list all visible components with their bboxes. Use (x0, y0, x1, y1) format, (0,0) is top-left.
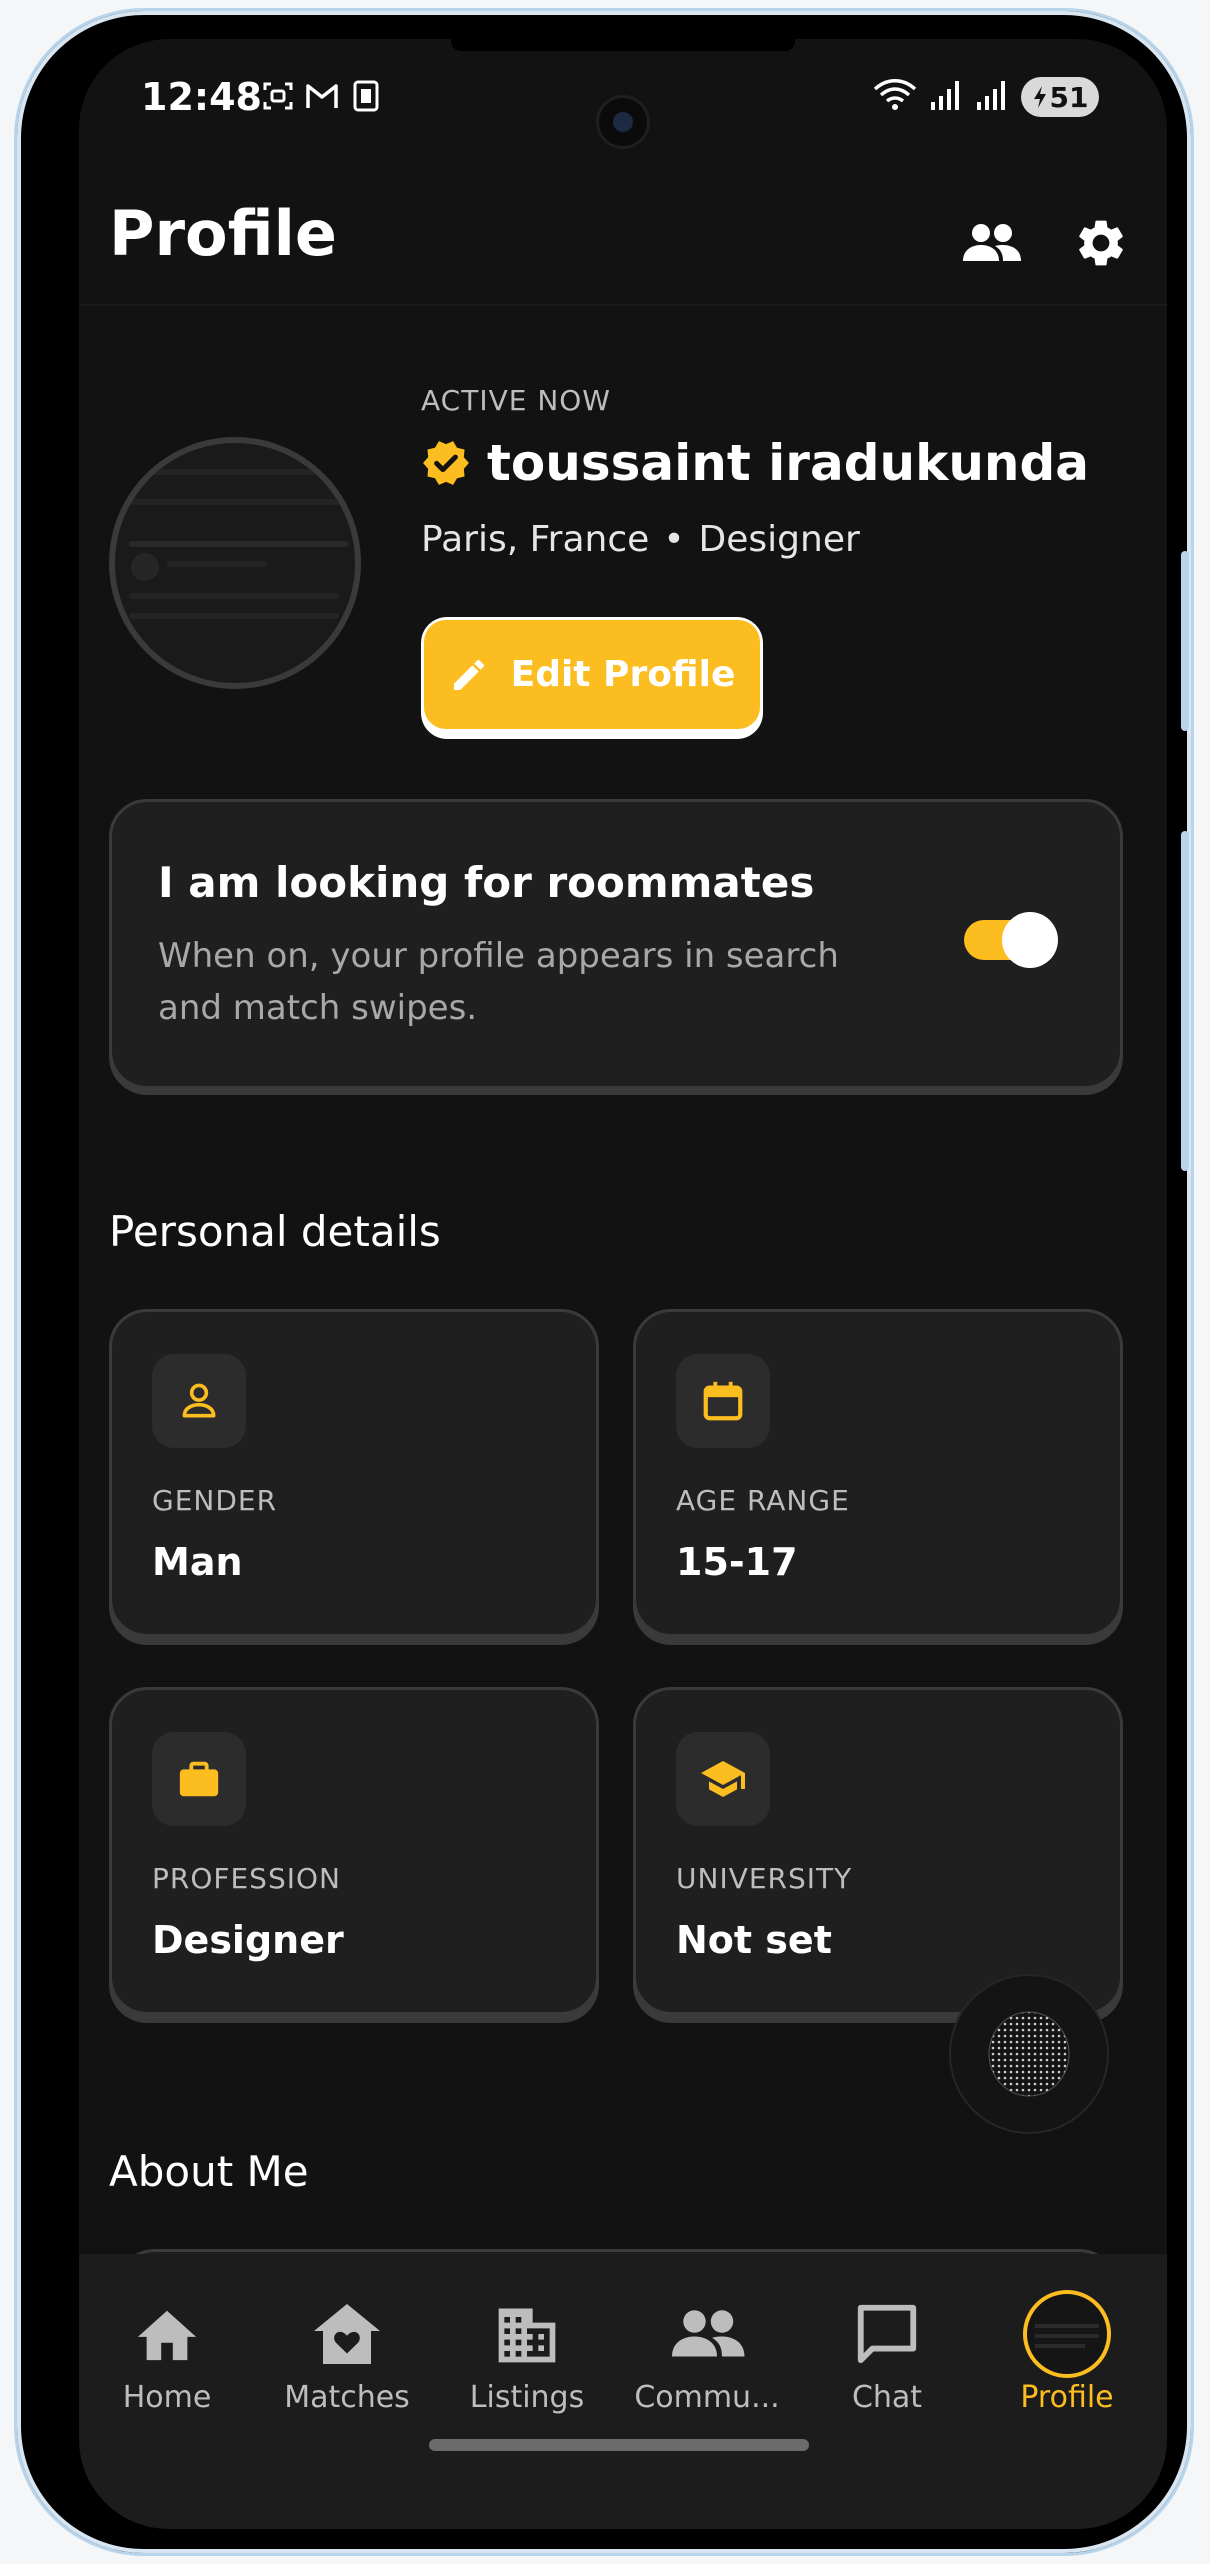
looking-title: I am looking for roommates (158, 858, 815, 907)
avatar-thumbnail-line (129, 469, 329, 475)
tile-icon-box (676, 1732, 770, 1826)
person-icon (182, 1383, 216, 1418)
detail-value: Designer (152, 1918, 344, 1962)
profile-avatar-icon (1023, 2290, 1111, 2378)
power-button (1181, 831, 1189, 1171)
nav-item-matches[interactable]: Matches (257, 2294, 437, 2415)
app-screen: 12:48 51 Profile ACTIVE NOW toussaint ir… (79, 39, 1167, 2529)
nav-label: Home (122, 2380, 212, 2415)
sim-icon (349, 79, 383, 113)
page-title: Profile (109, 197, 337, 270)
top-notch (451, 39, 795, 51)
status-time: 12:48 (141, 75, 262, 119)
front-camera (596, 95, 650, 149)
detail-label: AGE RANGE (676, 1484, 850, 1517)
about-me-heading: About Me (109, 2147, 309, 2196)
detail-tile-gender[interactable]: GENDER Man (109, 1309, 599, 1637)
header-divider (79, 304, 1167, 306)
nav-label: Chat (851, 2380, 923, 2415)
battery-charging-icon (1033, 86, 1046, 108)
settings-gear-icon (1079, 220, 1123, 266)
battery-indicator: 51 (1021, 77, 1099, 117)
tile-icon-box (152, 1354, 246, 1448)
nav-item-profile[interactable]: Profile (977, 2290, 1157, 2415)
gmail-icon (305, 79, 339, 113)
avatar-thumbnail-dot (131, 553, 159, 581)
detail-label: PROFESSION (152, 1862, 341, 1895)
edit-profile-button-face: Edit Profile (424, 620, 760, 729)
detail-value: 15-17 (676, 1540, 798, 1584)
active-status: ACTIVE NOW (421, 384, 611, 417)
detail-value: Not set (676, 1918, 832, 1962)
house-heart-icon (314, 2304, 380, 2364)
verified-badge-icon (423, 441, 469, 485)
user-location: Paris, France (421, 519, 650, 560)
phone-frame: 12:48 51 Profile ACTIVE NOW toussaint ir… (14, 8, 1194, 2556)
detail-tile-profession[interactable]: PROFESSION Designer (109, 1687, 599, 2015)
calendar-icon (703, 1381, 743, 1421)
people-icon (963, 224, 1021, 261)
settings-button[interactable] (1065, 207, 1137, 279)
toggle-knob (1002, 912, 1058, 968)
nav-label: Commu... (634, 2380, 780, 2415)
location-occupation: Paris, France • Designer (421, 519, 860, 560)
home-icon (137, 2310, 197, 2361)
building-icon (498, 2308, 556, 2363)
tile-icon-box (676, 1354, 770, 1448)
nav-item-listings[interactable]: Listings (437, 2294, 617, 2415)
signal-icon (975, 78, 1009, 116)
people-button[interactable] (955, 207, 1027, 279)
profile-name-row: toussaint iradukunda (421, 434, 1089, 492)
nav-label: Profile (1020, 2380, 1114, 2415)
looking-description: When on, your profile appears in search … (158, 936, 839, 1028)
avatar-thumbnail-line (129, 593, 339, 599)
looking-for-roommates-card: I am looking for roommates When on, your… (109, 799, 1123, 1089)
avatar-thumbnail-line (129, 613, 339, 619)
volume-button (1181, 551, 1189, 731)
avatar-thumbnail-line (129, 541, 349, 547)
separator-dot: • (663, 519, 685, 560)
home-indicator (429, 2439, 809, 2451)
chat-icon (857, 2304, 917, 2364)
detail-value: Man (152, 1540, 243, 1584)
status-left-icons (261, 79, 383, 113)
app-header: Profile (109, 189, 1137, 289)
detail-tile-university[interactable]: UNIVERSITY Not set (633, 1687, 1123, 2015)
avatar-thumbnail-line (129, 499, 349, 505)
nav-item-community[interactable]: Commu... (617, 2294, 797, 2415)
battery-level: 51 (1049, 80, 1089, 114)
graduation-cap-icon (701, 1761, 745, 1797)
nav-label: Matches (284, 2380, 410, 2415)
looking-toggle[interactable] (964, 912, 1058, 968)
dotted-globe-icon (988, 2011, 1070, 2097)
signal-icon (929, 78, 963, 116)
avatar-thumbnail-line (167, 561, 267, 567)
wifi-icon (873, 77, 917, 117)
assistant-orb-button[interactable] (949, 1974, 1109, 2134)
tile-icon-box (152, 1732, 246, 1826)
community-icon (672, 2310, 745, 2357)
detail-label: UNIVERSITY (676, 1862, 853, 1895)
user-name: toussaint iradukunda (487, 434, 1090, 492)
personal-details-heading: Personal details (109, 1207, 441, 1256)
edit-profile-button[interactable]: Edit Profile (421, 617, 763, 739)
nav-item-chat[interactable]: Chat (797, 2294, 977, 2415)
status-right-icons: 51 (873, 77, 1099, 117)
screenshot-icon (261, 79, 295, 113)
avatar[interactable] (109, 437, 361, 689)
detail-label: GENDER (152, 1484, 278, 1517)
briefcase-icon (179, 1761, 219, 1797)
detail-tile-age-range[interactable]: AGE RANGE 15-17 (633, 1309, 1123, 1637)
nav-label: Listings (469, 2380, 585, 2415)
pencil-icon (453, 659, 484, 690)
edit-profile-label: Edit Profile (510, 654, 736, 695)
nav-item-home[interactable]: Home (79, 2294, 257, 2415)
user-occupation: Designer (698, 519, 860, 560)
bottom-navigation: Home Matches Listings Commu... Chat Prof… (79, 2254, 1167, 2529)
